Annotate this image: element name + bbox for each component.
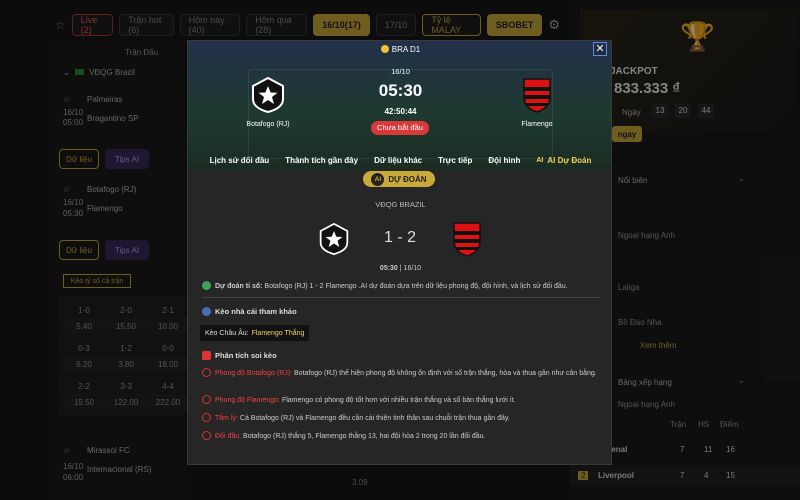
analysis-item: Tâm lý: Cả Botafogo (RJ) và Flamengo đều…	[202, 413, 598, 424]
match-date: 16/10	[391, 67, 410, 76]
flag-icon	[380, 45, 389, 53]
tab-lineup[interactable]: Đội hình	[480, 149, 528, 171]
ball-icon	[202, 413, 211, 422]
close-button[interactable]: ✕	[593, 42, 607, 56]
analysis-item: Phong độ Flamengo: Flamengo có phong độ …	[202, 395, 598, 406]
status-badge: Chưa bắt đầu	[371, 121, 429, 135]
flamengo-crest-icon[interactable]	[522, 77, 552, 113]
analysis-item: Đối đầu: Botafogo (RJ) thắng 5, Flamengo…	[202, 431, 598, 442]
ai-icon: AI	[536, 156, 544, 164]
ball-icon	[202, 395, 211, 404]
analysis-item: Phong độ Botafogo (RJ): Botafogo (RJ) th…	[202, 368, 598, 379]
divider	[202, 297, 600, 298]
prediction-datetime: 05:30 | 16/10	[379, 265, 422, 272]
ai-icon: AI	[371, 172, 385, 186]
tab-ai-prediction[interactable]: AI AI Dự Đoán	[528, 149, 599, 171]
tab-recent-form[interactable]: Thành tích gần đây	[277, 149, 366, 171]
tab-head-to-head[interactable]: Lịch sử đối đầu	[202, 149, 278, 171]
bookie-icon	[202, 307, 211, 316]
botafogo-crest-icon	[318, 221, 350, 257]
predicted-score: 1 - 2	[383, 229, 416, 246]
prediction-panel: AI DỰ ĐOÁN VĐQG BRAZIL 1 - 2 05:30 | 16/…	[188, 171, 611, 464]
match-detail-modal: BRA D1 ✕ 16/10 05:30 42:50:44 Chưa bắt đ…	[187, 40, 612, 465]
prediction-summary: Dự đoán tỉ số: Botafogo (RJ) 1 - 2 Flame…	[202, 281, 598, 292]
check-icon	[202, 281, 211, 290]
prediction-league: VĐQG BRAZIL	[375, 200, 426, 209]
botafogo-crest-icon[interactable]	[250, 76, 286, 114]
home-team-name[interactable]: Botafogo (RJ)	[228, 121, 308, 128]
league-label: BRA D1	[188, 45, 611, 54]
ball-icon	[202, 368, 211, 377]
analysis-section-title: Phân tích soi kèo	[202, 351, 277, 360]
bookie-section-title: Kèo nhà cái tham khảo	[202, 307, 297, 316]
chart-icon	[202, 351, 211, 360]
away-team-name[interactable]: Flamengo	[497, 121, 577, 128]
match-header: BRA D1 ✕ 16/10 05:30 42:50:44 Chưa bắt đ…	[188, 41, 611, 176]
ball-icon	[202, 431, 211, 440]
euro-odds-tooltip: Kèo Châu Âu: Flamengo Thắng	[200, 325, 310, 341]
flamengo-crest-icon	[452, 221, 482, 257]
modal-tabs: Lịch sử đối đầu Thành tích gần đây Dữ li…	[188, 149, 611, 171]
tab-live[interactable]: Trực tiếp	[430, 149, 480, 171]
ai-prediction-badge: AI DỰ ĐOÁN	[363, 171, 435, 187]
tab-other-data[interactable]: Dữ liệu khác	[366, 149, 430, 171]
